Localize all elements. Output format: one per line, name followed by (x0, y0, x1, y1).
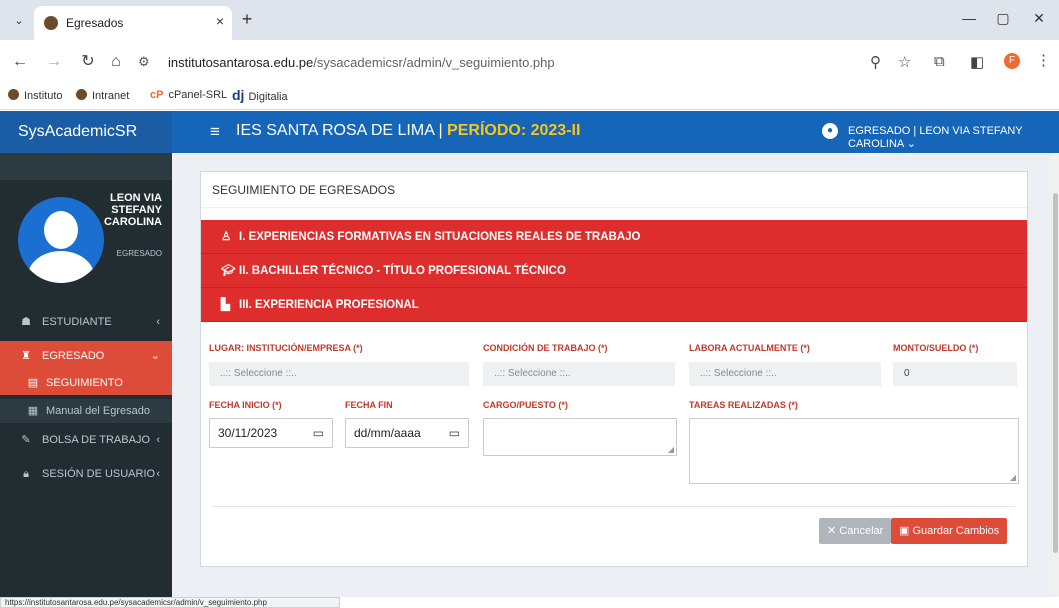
user-tie-icon: ♙ (221, 231, 232, 243)
minimize-icon[interactable]: — (954, 10, 984, 30)
institute-title: IES SANTA ROSA DE LIMA | PERÍODO: 2023-I… (236, 122, 581, 139)
sidebar-user-role: EGRESADO (116, 249, 162, 258)
status-url: https://institutosantarosa.edu.pe/sysaca… (0, 597, 340, 608)
resize-grip-icon[interactable]: ◢ (1010, 473, 1016, 482)
sidebar-user-name: LEON VIA STEFANY CAROLINA (103, 192, 162, 228)
bookmark-digitalia[interactable]: dj Digitalia (232, 87, 288, 103)
bookmark-instituto[interactable]: Instituto (8, 89, 63, 102)
monto-label: MONTO/SUELDO (*) (893, 343, 979, 353)
tareas-textarea[interactable]: ◢ (689, 418, 1019, 484)
condicion-label: CONDICIÓN DE TRABAJO (*) (483, 343, 608, 353)
sidebar-item-seguimiento[interactable]: ▤ SEGUIMIENTO (0, 371, 172, 395)
url-field[interactable]: ⚙ institutosantarosa.edu.pe/sysacademics… (134, 47, 1004, 77)
building-icon: ▙ (221, 299, 230, 311)
graduation-cap-icon: 🎓︎ (221, 265, 236, 277)
chevron-down-icon: ⌄ (150, 350, 160, 362)
cpanel-logo-icon: cP (150, 89, 164, 101)
user-menu[interactable]: EGRESADO | LEON VIA STEFANY CAROLINA ⌄ (848, 125, 1059, 150)
app-brand[interactable]: SysAcademicSR (0, 111, 172, 153)
browser-tab[interactable]: Egresados × (34, 6, 232, 40)
chevron-left-icon: ‹ (156, 468, 160, 480)
lugar-select[interactable]: ..:: Seleccione ::.. (209, 362, 469, 386)
seguimiento-box: SEGUIMIENTO DE EGRESADOS ♙ I. EXPERIENCIA… (200, 171, 1028, 567)
id-card-icon: ▤ (27, 377, 39, 389)
sidebar-item-estudiante[interactable]: ☗ ESTUDIANTE ‹ (0, 307, 172, 337)
bookmarks-bar: Instituto Intranet cP cPanel-SRL dj Digita… (0, 84, 1059, 110)
calendar-icon[interactable]: ▭ (313, 419, 324, 447)
chevron-left-icon: ‹ (156, 434, 160, 446)
section-bachiller[interactable]: 🎓︎ II. BACHILLER TÉCNICO - TÍTULO PROFESI… (201, 254, 1027, 288)
sidebar-item-sesion[interactable]: 🔒︎ SESIÓN DE USUARIO ‹ (0, 459, 172, 489)
tab-list-chevron-icon[interactable]: ⌄ (8, 10, 30, 32)
url-domain: institutosantarosa.edu.pe (168, 55, 314, 70)
site-info-icon[interactable]: ⚙ (138, 54, 150, 70)
tab-close-icon[interactable]: × (216, 13, 224, 29)
sidebar-item-bolsa[interactable]: ✎ BOLSA DE TRABAJO ‹ (0, 425, 172, 455)
calendar-icon[interactable]: ▭ (449, 419, 460, 447)
fecha-fin-label: FECHA FIN (345, 400, 393, 410)
maximize-icon[interactable]: ▢ (988, 10, 1018, 30)
sidebar-top-strip (0, 153, 172, 180)
digitalia-logo-icon: dj (232, 87, 245, 103)
home-icon[interactable]: ⌂ (106, 52, 126, 72)
page-title: SEGUIMIENTO DE EGRESADOS (212, 183, 396, 197)
save-icon: ▣ (899, 525, 910, 537)
fecha-fin-input[interactable]: dd/mm/aaaa ▭ (345, 418, 469, 448)
main-content: SEGUIMIENTO DE EGRESADOS ♙ I. EXPERIENCIA… (172, 153, 1059, 597)
users-icon: ☗ (21, 316, 31, 328)
labora-select[interactable]: ..:: Seleccione ::.. (689, 362, 881, 386)
fecha-inicio-input[interactable]: 30/11/2023 ▭ (209, 418, 333, 448)
instituto-favicon-icon (8, 89, 19, 100)
address-bar-row: ← → ↻ ⌂ ⚙ institutosantarosa.edu.pe/sysa… (0, 40, 1059, 84)
profile-avatar-icon[interactable]: F (1004, 53, 1020, 69)
bookmark-cpanel[interactable]: cP cPanel-SRL (150, 89, 227, 101)
extensions-icon[interactable]: ⧉ (934, 53, 945, 70)
fecha-inicio-label: FECHA INICIO (*) (209, 400, 282, 410)
menu-toggle-icon[interactable]: ≡ (210, 122, 220, 142)
reload-icon[interactable]: ↻ (78, 52, 98, 72)
tab-favicon-icon (44, 16, 58, 30)
section-experiencia-profesional[interactable]: ▙ III. EXPERIENCIA PROFESIONAL (201, 288, 1027, 322)
intranet-favicon-icon (76, 89, 87, 100)
chevron-down-icon: ⌄ (906, 138, 916, 150)
labora-label: LABORA ACTUALMENTE (*) (689, 343, 810, 353)
sidebar-item-egresado[interactable]: ♜ EGRESADO ⌄ (0, 341, 172, 371)
section-experiencias-formativas[interactable]: ♙ I. EXPERIENCIAS FORMATIVAS EN SITUACION… (201, 220, 1027, 254)
edit-icon: ✎ (21, 434, 31, 446)
browser-menu-icon[interactable]: ⋮ (1036, 51, 1051, 69)
lugar-label: LUGAR: INSTITUCIÓN/EMPRESA (*) (209, 343, 363, 353)
window-close-icon[interactable]: ✕ (1024, 10, 1054, 30)
cargo-label: CARGO/PUESTO (*) (483, 400, 568, 410)
bookmark-intranet[interactable]: Intranet (76, 89, 129, 102)
zoom-icon[interactable]: ⚲ (870, 53, 881, 71)
forward-icon[interactable]: → (44, 52, 64, 72)
new-tab-icon[interactable]: + (236, 9, 258, 31)
sidebar-item-manual[interactable]: ▦ Manual del Egresado (0, 399, 172, 423)
user-avatar (18, 197, 104, 283)
browser-tab-bar: ⌄ Egresados × + — ▢ ✕ (0, 0, 1059, 40)
resize-grip-icon[interactable]: ◢ (668, 445, 674, 454)
monto-input[interactable]: 0 (893, 362, 1017, 386)
save-button[interactable]: ▣ Guardar Cambios (891, 518, 1008, 544)
chevron-left-icon: ‹ (156, 316, 160, 328)
user-graduate-icon: ● (822, 123, 838, 139)
lock-icon: 🔒︎ (23, 468, 29, 480)
bookmark-star-icon[interactable]: ☆ (898, 53, 911, 71)
cargo-textarea[interactable]: ◢ (483, 418, 677, 456)
page-scrollbar[interactable] (1052, 153, 1059, 597)
back-icon[interactable]: ← (10, 52, 30, 72)
book-icon: ▦ (27, 405, 39, 417)
periodo-label: PERÍODO: 2023-II (447, 122, 581, 139)
tab-title: Egresados (66, 16, 124, 30)
tareas-label: TAREAS REALIZADAS (*) (689, 400, 798, 410)
side-panel-icon[interactable]: ◧ (970, 53, 984, 71)
sidebar: LEON VIA STEFANY CAROLINA EGRESADO ☗ ESTU… (0, 153, 172, 608)
graduate-icon: ♜ (21, 350, 31, 362)
close-icon: ✕ (827, 525, 837, 537)
app-header: SysAcademicSR ≡ IES SANTA ROSA DE LIMA |… (0, 111, 1059, 153)
cancel-button[interactable]: ✕ Cancelar (819, 518, 892, 544)
condicion-select[interactable]: ..:: Seleccione ::.. (483, 362, 675, 386)
url-path: /sysacademicsr/admin/v_seguimiento.php (313, 55, 555, 70)
